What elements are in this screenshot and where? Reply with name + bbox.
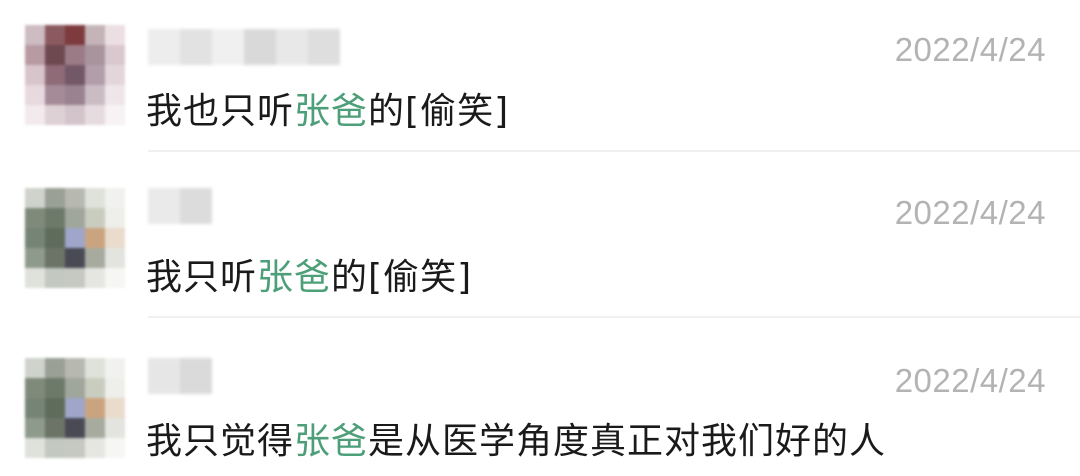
- comment-date: 2022/4/24: [894, 362, 1046, 399]
- comment-text: 我也只听张爸的[偷笑]: [146, 82, 509, 134]
- comment-item: 2022/4/24 我也只听张爸的[偷笑]: [0, 0, 1080, 152]
- username-redacted[interactable]: [148, 358, 212, 394]
- comment-text-before: 我只听: [146, 257, 258, 298]
- comment-text-before: 我只觉得: [146, 421, 295, 462]
- comment-text-after: 是从医学角度真正对我们好的人: [368, 421, 887, 462]
- username-redacted[interactable]: [148, 188, 212, 224]
- comment-text: 我只觉得张爸是从医学角度真正对我们好的人: [146, 412, 886, 464]
- mention-link[interactable]: 张爸: [294, 421, 368, 462]
- mention-link[interactable]: 张爸: [294, 91, 368, 132]
- comment-date: 2022/4/24: [894, 194, 1046, 231]
- comment-text-after: 的[偷笑]: [331, 257, 473, 298]
- comment-text-before: 我也只听: [146, 91, 295, 132]
- mention-link[interactable]: 张爸: [257, 257, 331, 298]
- comment-item: 2022/4/24 我只觉得张爸是从医学角度真正对我们好的人: [0, 318, 1080, 476]
- comment-list: 2022/4/24 我也只听张爸的[偷笑] 2022/4/24 我只听张爸的[偷…: [0, 0, 1080, 476]
- avatar[interactable]: [25, 358, 125, 458]
- comment-text-after: 的[偷笑]: [368, 91, 510, 132]
- avatar[interactable]: [25, 188, 125, 288]
- comment-text: 我只听张爸的[偷笑]: [146, 248, 472, 300]
- comment-item: 2022/4/24 我只听张爸的[偷笑]: [0, 152, 1080, 318]
- comment-date: 2022/4/24: [894, 31, 1046, 68]
- avatar[interactable]: [25, 25, 125, 125]
- username-redacted[interactable]: [148, 29, 340, 65]
